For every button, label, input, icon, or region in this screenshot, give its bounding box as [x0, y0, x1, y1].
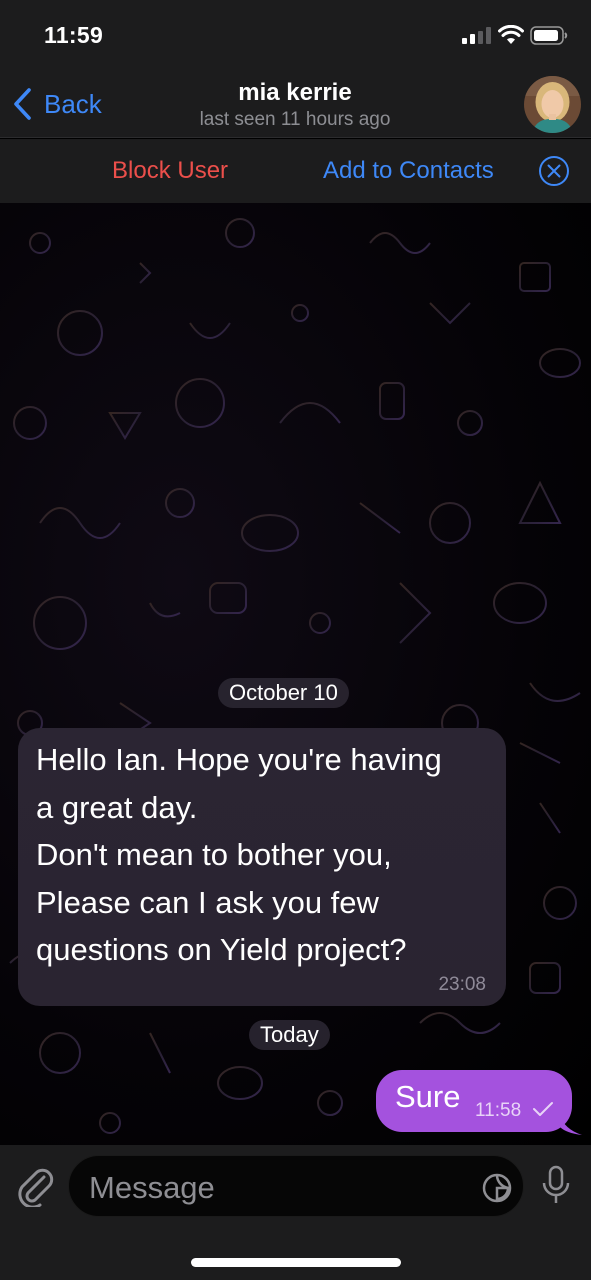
- date-separator: October 10: [218, 678, 349, 708]
- status-time: 11:59: [44, 22, 104, 48]
- outgoing-message[interactable]: Sure 11:58: [376, 1070, 572, 1132]
- home-indicator: [191, 1258, 401, 1267]
- composer: Message: [0, 1145, 591, 1280]
- wifi-icon: [498, 25, 524, 44]
- bubble-tail: [560, 1115, 582, 1135]
- back-button[interactable]: Back: [12, 86, 102, 122]
- unknown-contact-bar: Block User Add to Contacts: [0, 139, 591, 203]
- signal-icon: [462, 27, 491, 44]
- date-separator: Today: [249, 1020, 330, 1050]
- chat-title[interactable]: mia kerrie last seen 11 hours ago: [140, 78, 450, 132]
- battery-icon: [530, 26, 568, 45]
- microphone-icon[interactable]: [541, 1165, 571, 1205]
- avatar[interactable]: [524, 76, 581, 133]
- chat-area[interactable]: October 10 Hello Ian. Hope you're having…: [0, 203, 591, 1145]
- chevron-left-icon: [14, 88, 31, 120]
- back-label: Back: [44, 88, 102, 119]
- contact-name: mia kerrie: [238, 79, 352, 106]
- message-text: Sure: [395, 1079, 461, 1114]
- block-user-button[interactable]: Block User: [112, 157, 228, 185]
- sent-check-icon: [533, 1102, 553, 1116]
- add-to-contacts-button[interactable]: Add to Contacts: [323, 157, 494, 185]
- close-icon[interactable]: [538, 155, 570, 187]
- message-time: 23:08: [438, 974, 486, 995]
- paperclip-icon[interactable]: [14, 1165, 54, 1207]
- message-placeholder: Message: [89, 1170, 215, 1205]
- last-seen-status: last seen 11 hours ago: [199, 109, 391, 130]
- message-time: 11:58: [475, 1100, 522, 1121]
- sticker-icon[interactable]: [481, 1172, 513, 1204]
- message-input[interactable]: Message: [68, 1155, 524, 1217]
- incoming-message[interactable]: Hello Ian. Hope you're having a great da…: [18, 728, 506, 1006]
- message-text: Hello Ian. Hope you're having a great da…: [36, 742, 442, 967]
- status-bar: 11:59: [0, 0, 591, 70]
- chat-header: Back mia kerrie last seen 11 hours ago: [0, 70, 591, 138]
